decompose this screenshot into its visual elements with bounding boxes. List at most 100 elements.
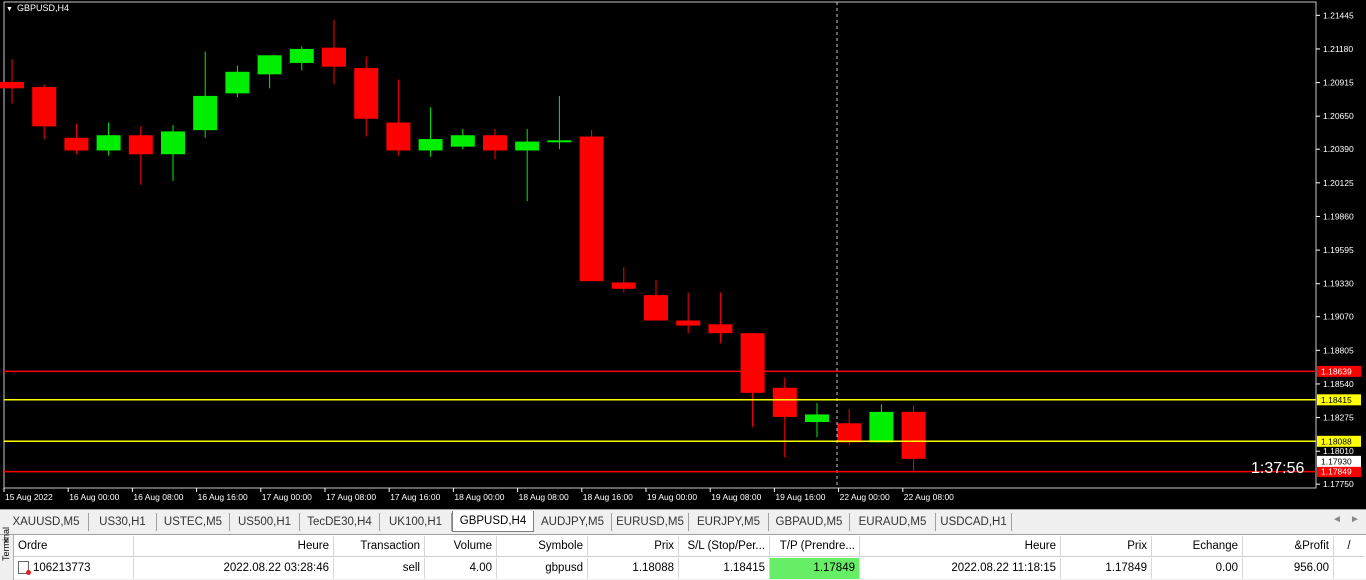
candle-body <box>483 135 507 151</box>
price-axis-label: 1.18805 <box>1323 345 1354 355</box>
terminal-vertical-label: Terminal <box>1 526 11 561</box>
tab-audjpy-m5[interactable]: AUDJPY,M5 <box>534 513 612 531</box>
price-axis-label: 1.19070 <box>1323 312 1354 322</box>
cell-heure: 2022.08.22 03:28:46 <box>134 558 334 579</box>
price-axis-label: 1.21445 <box>1323 10 1354 20</box>
col-header-ordre[interactable]: Ordre <box>14 536 134 557</box>
candle-body <box>354 67 379 119</box>
col-header-symbole[interactable]: Symbole <box>497 536 588 557</box>
plot-frame <box>3 1 1317 489</box>
candle <box>354 56 379 137</box>
candle-body <box>611 282 636 289</box>
candle <box>837 409 862 445</box>
tab-usdcad-h1[interactable]: USDCAD,H1 <box>936 513 1012 531</box>
tab-us30-h1[interactable]: US30,H1 <box>89 513 157 531</box>
price-axis-label: 1.17750 <box>1323 479 1354 489</box>
chart-area[interactable]: 1.21445 1.21180 1.20915 1.20650 1.20390 1.201… <box>0 0 1366 509</box>
chart-canvas[interactable]: 1.21445 1.21180 1.20915 1.20650 1.20390 1.201… <box>0 0 1366 509</box>
time-axis-label: 16 Aug 16:00 <box>198 492 248 502</box>
chart-symbol-label: GBPUSD,H4 <box>16 3 69 13</box>
candle <box>708 292 733 344</box>
candle-body <box>386 122 411 151</box>
col-header-heure-close[interactable]: Heure <box>860 536 1061 557</box>
candle-body <box>418 139 443 151</box>
price-axis-label: 1.19860 <box>1323 211 1354 221</box>
time-axis-label: 19 Aug 16:00 <box>775 492 825 502</box>
tab-gbpusd-h4[interactable]: GBPUSD,H4 <box>452 511 534 532</box>
candle-body <box>772 387 797 417</box>
tab-ustec-m5[interactable]: USTEC,M5 <box>157 513 230 531</box>
tab-scroll-right-icon[interactable]: ► <box>1350 514 1360 525</box>
cell-tp: 1.17849 <box>770 558 860 579</box>
price-axis-label: 1.20390 <box>1323 144 1354 154</box>
candle-body <box>64 137 89 151</box>
chart-menu-triangle-icon[interactable]: ▼ <box>6 6 13 13</box>
col-header-sort[interactable]: / <box>1334 536 1364 557</box>
candle-body <box>257 55 282 75</box>
time-axis-label: 17 Aug 16:00 <box>390 492 440 502</box>
time-axis-label: 17 Aug 00:00 <box>262 492 312 502</box>
terminal-panel: × Terminal Ordre Heure Transaction Volum… <box>0 527 1366 580</box>
candle <box>96 122 121 156</box>
price-axis-label: 1.20650 <box>1323 111 1354 121</box>
candle <box>901 405 926 473</box>
candle-body <box>128 135 153 155</box>
candle <box>676 292 701 334</box>
candle <box>322 19 346 85</box>
candle <box>805 402 829 438</box>
candle-body <box>740 333 765 393</box>
candle-body <box>161 131 185 155</box>
tab-eurjpy-m5[interactable]: EURJPY,M5 <box>689 513 769 531</box>
cell-prix-close: 1.17849 <box>1061 558 1152 579</box>
time-axis-label: 15 Aug 2022 <box>5 492 53 502</box>
price-axis-label: 1.18010 <box>1323 446 1354 456</box>
cell-symbole: gbpusd <box>497 558 588 579</box>
candle <box>644 279 668 321</box>
candle <box>869 404 894 443</box>
col-header-sl[interactable]: S/L (Stop/Per... <box>679 536 770 557</box>
tab-tecde30-h4[interactable]: TecDE30,H4 <box>300 513 380 531</box>
candle-body <box>837 423 862 443</box>
terminal-sidebar: × Terminal <box>0 527 14 580</box>
candle <box>772 377 797 458</box>
candle <box>547 95 572 150</box>
candle <box>128 126 153 185</box>
candle <box>64 123 89 155</box>
tab-gbpaud-m5[interactable]: GBPAUD,M5 <box>769 513 850 531</box>
candle <box>740 333 765 428</box>
col-header-prix-close[interactable]: Prix <box>1061 536 1152 557</box>
chart-tabs-bar: XAUUSD,M5 US30,H1 USTEC,M5 US500,H1 TecDE30,… <box>0 509 1366 534</box>
tab-scroll-left-icon[interactable]: ◄ <box>1332 514 1342 525</box>
time-axis-label: 16 Aug 00:00 <box>69 492 119 502</box>
tab-eurusd-m5[interactable]: EURUSD,M5 <box>612 513 689 531</box>
price-axis-label: 1.21180 <box>1323 44 1353 54</box>
col-header-volume[interactable]: Volume <box>425 536 497 557</box>
col-header-prix[interactable]: Prix <box>588 536 679 557</box>
cell-volume: 4.00 <box>425 558 497 579</box>
cell-profit: 956.00 <box>1243 558 1334 579</box>
tab-uk100-h1[interactable]: UK100,H1 <box>380 513 452 531</box>
candle-body <box>805 414 829 423</box>
time-axis-label: 19 Aug 08:00 <box>711 492 761 502</box>
col-header-profit[interactable]: &Profit <box>1243 536 1334 557</box>
level-price-label: 1.17849 <box>1321 467 1352 477</box>
level-price-label: 1.18639 <box>1321 366 1352 376</box>
candle-body <box>708 324 733 334</box>
cell-echange: 0.00 <box>1152 558 1243 579</box>
col-header-heure[interactable]: Heure <box>134 536 334 557</box>
candle-body <box>0 81 24 89</box>
candle-body <box>676 320 701 326</box>
chart-title: ▼ GBPUSD,H4 <box>6 3 69 13</box>
tab-euraud-m5[interactable]: EURAUD,M5 <box>850 513 936 531</box>
tab-xauusd-m5[interactable]: XAUUSD,M5 <box>4 513 89 531</box>
price-axis-label: 1.20125 <box>1323 178 1354 188</box>
candle-body <box>515 141 540 151</box>
col-header-tp[interactable]: T/P (Prendre... <box>770 536 860 557</box>
col-header-transaction[interactable]: Transaction <box>334 536 425 557</box>
candle-body <box>450 135 475 147</box>
cell-ordre: 106213773 <box>14 558 134 579</box>
col-header-echange[interactable]: Echange <box>1152 536 1243 557</box>
candle-body <box>193 95 218 131</box>
tab-us500-h1[interactable]: US500,H1 <box>230 513 300 531</box>
candle <box>225 65 250 98</box>
